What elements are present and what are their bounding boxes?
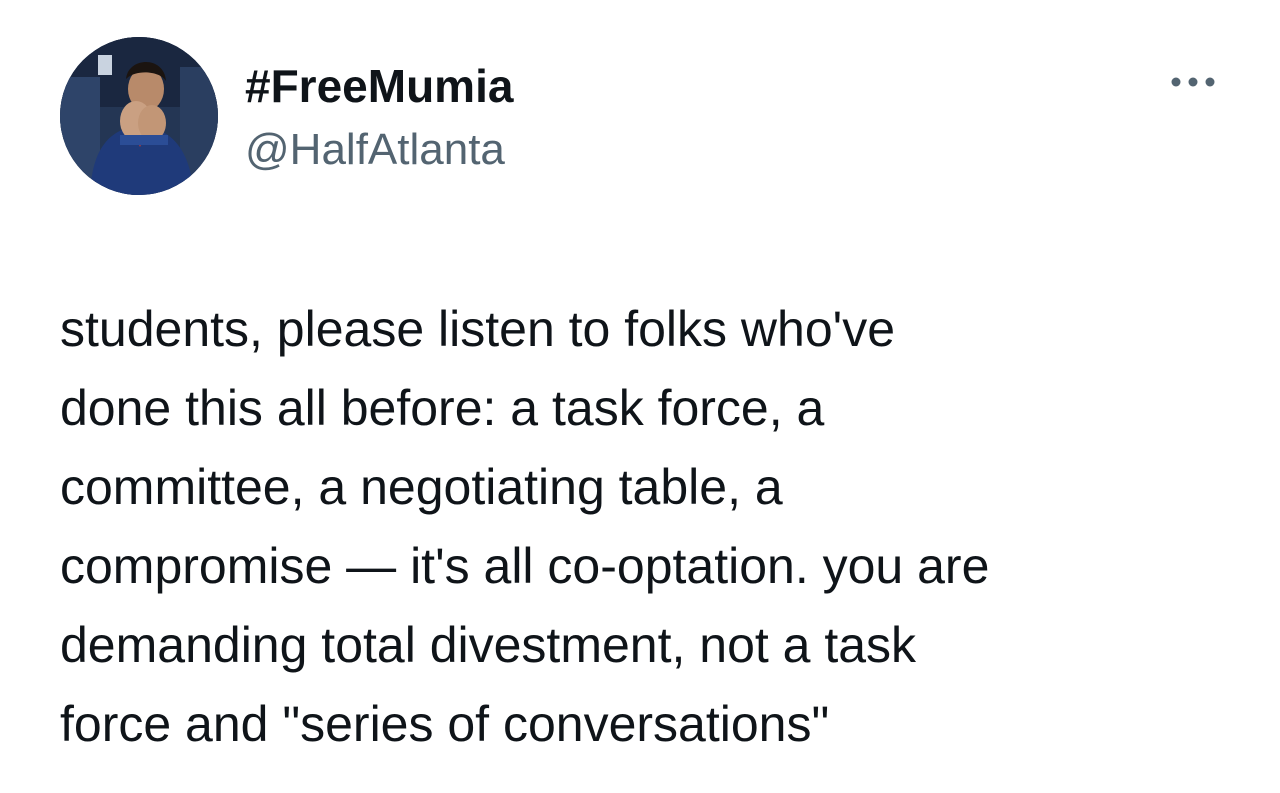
author-handle[interactable]: @HalfAtlanta <box>245 122 505 178</box>
avatar[interactable] <box>60 37 218 195</box>
more-options-button[interactable] <box>1165 64 1221 100</box>
tweet-text: students, please listen to folks who've … <box>60 301 990 752</box>
tweet: #FreeMumia @HalfAtlanta students, please… <box>0 0 1280 793</box>
more-horizontal-icon <box>1171 77 1215 87</box>
author-display-name[interactable]: #FreeMumia <box>245 58 513 114</box>
profile-photo-icon <box>60 37 218 195</box>
